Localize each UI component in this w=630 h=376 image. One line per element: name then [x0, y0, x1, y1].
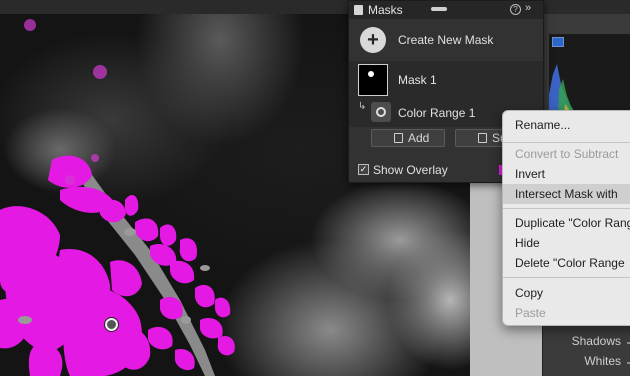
menu-item-duplicate[interactable]: Duplicate "Color Rang: [503, 213, 630, 233]
create-new-mask-label: Create New Mask: [398, 33, 494, 47]
menu-separator: [503, 142, 630, 143]
color-range-icon[interactable]: [371, 102, 391, 122]
whites-label: Whites: [584, 354, 621, 368]
mask-thumbnail: [358, 64, 388, 96]
mask-context-menu: Rename... Convert to Subtract Invert Int…: [502, 110, 630, 326]
collapse-icon[interactable]: »: [525, 2, 531, 14]
subtract-mask-icon: [478, 133, 487, 143]
add-button[interactable]: Add: [371, 129, 445, 147]
mask-name: Mask 1: [398, 73, 437, 87]
drag-handle-icon[interactable]: [431, 7, 447, 11]
show-overlay-label: Show Overlay: [373, 163, 448, 177]
masks-panel-title: Masks: [368, 3, 403, 17]
menu-item-delete[interactable]: Delete "Color Range: [503, 253, 630, 273]
shadow-clipping-icon[interactable]: [552, 37, 564, 47]
color-range-sampler-pin[interactable]: [105, 318, 118, 331]
menu-separator: [503, 208, 630, 209]
menu-item-rename[interactable]: Rename...: [503, 115, 630, 135]
masks-panel-header[interactable]: Masks ? »: [349, 1, 543, 19]
menu-item-invert[interactable]: Invert: [503, 164, 630, 184]
sub-item-arrow-icon: ↳: [358, 101, 367, 112]
create-new-mask-button[interactable]: + Create New Mask: [349, 23, 543, 57]
color-range-name[interactable]: Color Range 1: [398, 106, 475, 120]
shadows-label: Shadows: [571, 334, 621, 348]
color-range-icon-glyph: [376, 107, 386, 117]
panel-icon: [354, 5, 363, 15]
menu-item-convert-to-subtract: Convert to Subtract: [515, 147, 619, 161]
show-overlay-checkbox[interactable]: ✓: [358, 164, 369, 175]
add-button-label: Add: [408, 131, 430, 145]
menu-item-paste: Paste: [515, 306, 546, 320]
menu-item-hide[interactable]: Hide: [503, 233, 630, 253]
add-mask-icon: [394, 133, 403, 143]
menu-item-intersect-mask[interactable]: Intersect Mask with: [503, 184, 630, 204]
plus-icon: +: [360, 27, 386, 53]
menu-separator: [503, 277, 630, 278]
help-icon[interactable]: ?: [510, 4, 521, 15]
menu-item-copy[interactable]: Copy: [503, 283, 630, 303]
mask-thumbnail-dot: [368, 71, 374, 77]
